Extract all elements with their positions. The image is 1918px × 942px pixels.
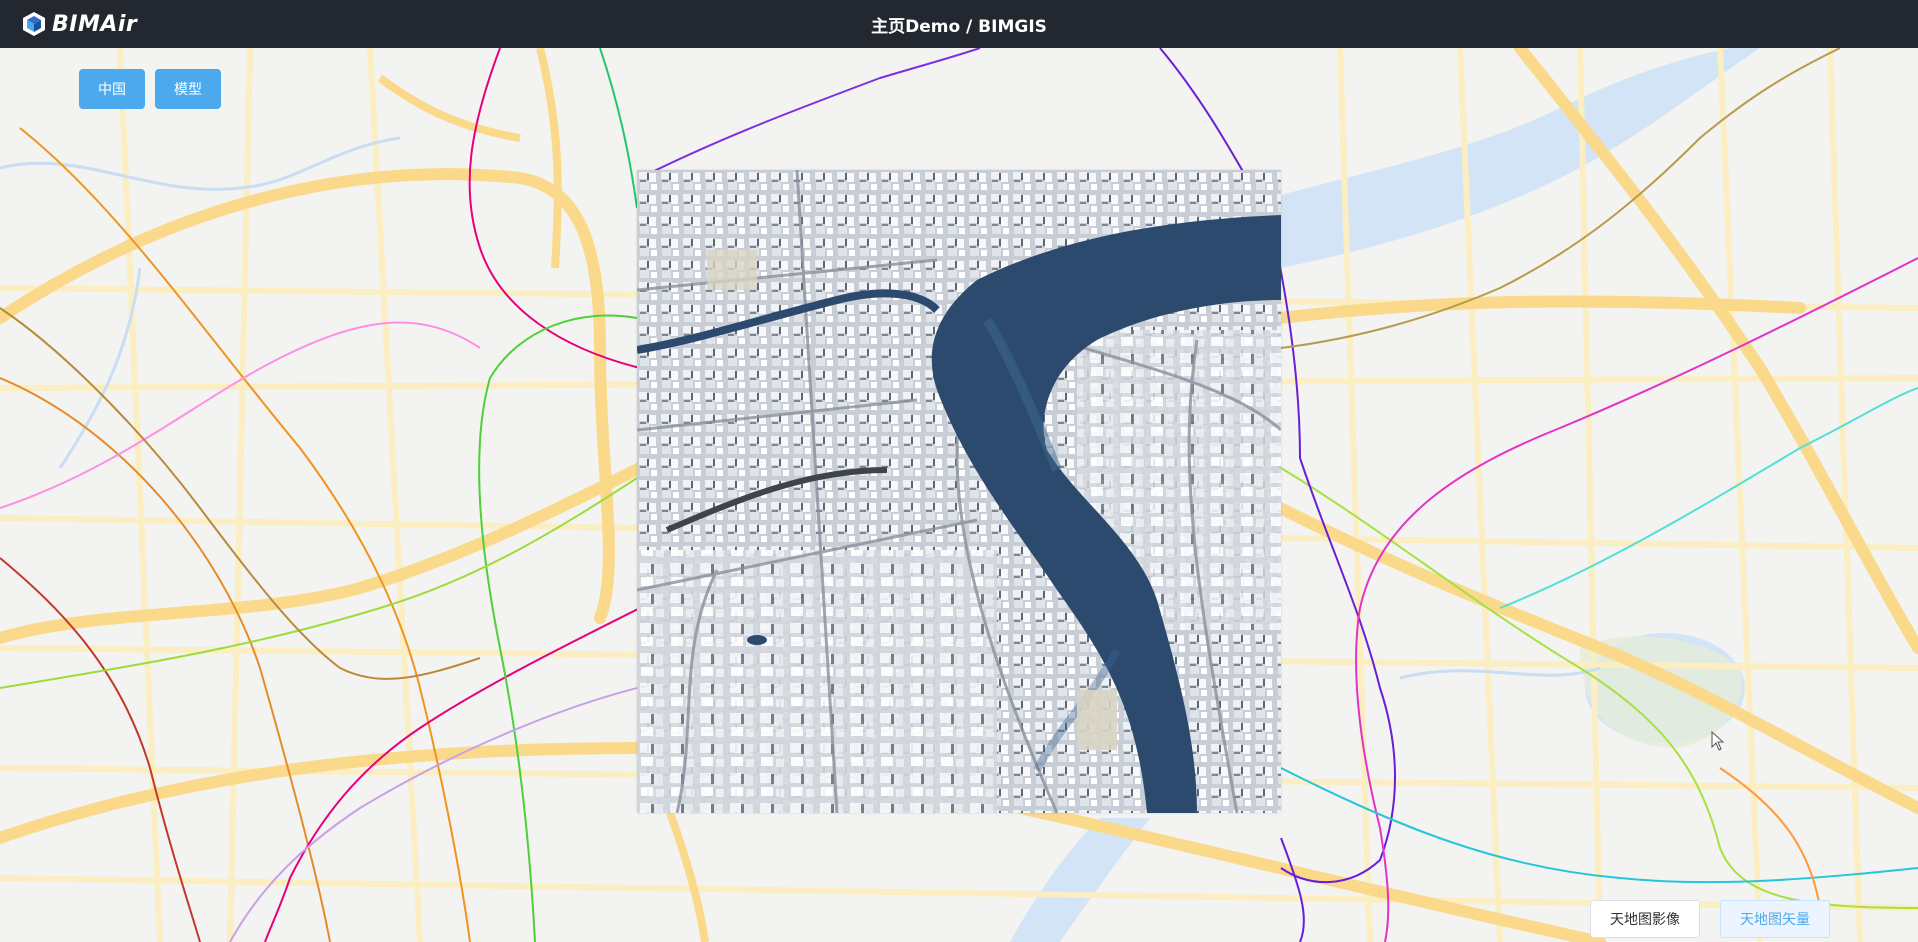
- bimair-cube-icon: [23, 12, 45, 36]
- map-canvas[interactable]: [0, 48, 1918, 942]
- basemap-switcher: 天地图影像 天地图矢量: [1590, 900, 1830, 938]
- page-title: 主页Demo / BIMGIS: [871, 16, 1047, 37]
- imagery-layer-button[interactable]: 天地图影像: [1590, 900, 1700, 938]
- mouse-pointer-icon: [1711, 730, 1725, 756]
- 3d-model-tile[interactable]: [637, 170, 1281, 813]
- vector-layer-button[interactable]: 天地图矢量: [1720, 900, 1830, 938]
- app-header: BIMAir 主页Demo / BIMGIS: [0, 0, 1918, 48]
- china-view-button[interactable]: 中国: [79, 69, 145, 109]
- logo-text: BIMAir: [52, 11, 138, 37]
- model-view-button[interactable]: 模型: [155, 69, 221, 109]
- app-logo[interactable]: BIMAir: [20, 9, 137, 39]
- model-render: [637, 170, 1281, 813]
- view-controls: 中国 模型: [79, 69, 221, 109]
